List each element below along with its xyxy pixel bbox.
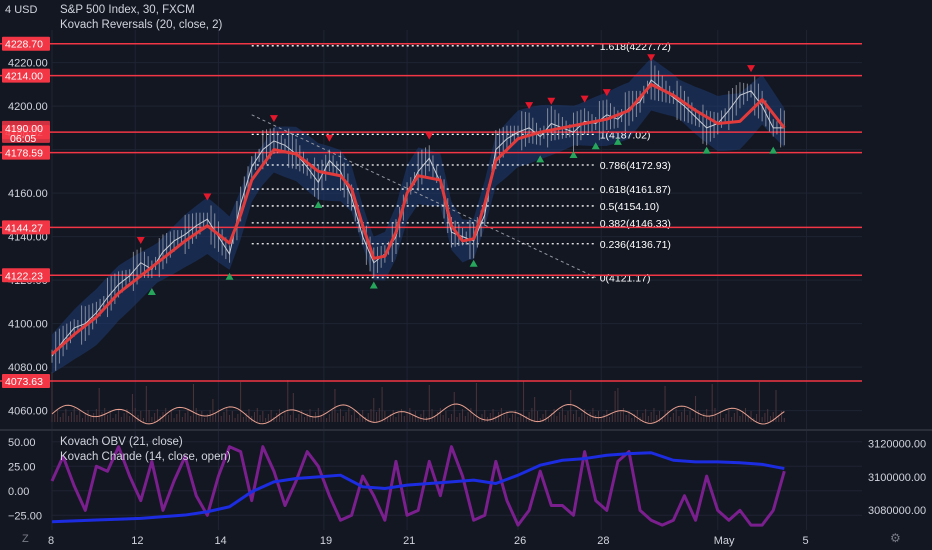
time-tick-label: 21: [403, 535, 415, 547]
fib-level-label: 1.618(4227.72): [600, 41, 671, 53]
price-tick-label: 4160.00: [8, 188, 48, 200]
level-price-tag-label: 4178.59: [5, 148, 43, 160]
time-tick-label: 28: [597, 535, 609, 547]
time-tick-label: 8: [48, 535, 54, 547]
time-tick-label: 14: [214, 535, 226, 547]
osc-tick-label: 0.00: [8, 486, 29, 498]
fib-level-label: 0.236(4136.71): [600, 239, 671, 251]
price-tick-label: 4100.00: [8, 319, 48, 331]
time-tick-label: 26: [514, 535, 526, 547]
price-tick-label: 4220.00: [8, 58, 48, 70]
fib-level-label: 0.786(4172.93): [600, 160, 671, 172]
currency-code: USD: [14, 4, 38, 16]
time-tick-label: 5: [803, 535, 809, 547]
indicator-label-obv[interactable]: Kovach OBV (21, close): [60, 436, 183, 448]
level-price-tag-label: 4214.00: [5, 71, 43, 83]
obv-tick-label: 3080000.00: [868, 505, 926, 517]
currency-badge: 4: [5, 4, 12, 16]
osc-tick-label: 25.00: [8, 461, 36, 473]
indicator-label-chande[interactable]: Kovach Chande (14, close, open): [60, 451, 231, 463]
price-tick-label: 4060.00: [8, 406, 48, 418]
obv-tick-label: 3120000.00: [868, 439, 926, 451]
fib-level-label: 0.5(4154.10): [600, 201, 660, 213]
level-price-tag-label: 4144.27: [5, 222, 43, 234]
time-tick-label: 19: [320, 535, 332, 547]
currency-label[interactable]: 4 USD: [5, 4, 37, 16]
obv-tick-label: 3100000.00: [868, 472, 926, 484]
osc-tick-label: −25.00: [8, 510, 42, 522]
time-tick-label: 12: [131, 535, 143, 547]
price-tick-label: 4080.00: [8, 362, 48, 374]
fib-level-label: 0(4121.17): [600, 273, 651, 285]
time-tick-label: May: [714, 535, 735, 547]
level-price-tag-label: 4073.63: [5, 376, 43, 388]
chart-title[interactable]: S&P 500 Index, 30, FXCM: [60, 4, 195, 16]
settings-icon[interactable]: ⚙: [890, 531, 901, 545]
indicator-label-reversals[interactable]: Kovach Reversals (20, close, 2): [60, 19, 222, 31]
level-price-tag-label: 4122.23: [5, 270, 43, 282]
countdown-label: 06:05: [10, 133, 36, 145]
level-price-tag-label: 4228.70: [5, 39, 43, 51]
timezone-icon[interactable]: Z: [22, 533, 29, 545]
osc-tick-label: 50.00: [8, 437, 36, 449]
fib-level-label: 0.618(4161.87): [600, 184, 671, 196]
price-tick-label: 4200.00: [8, 101, 48, 113]
chart-canvas: 1.618(4227.72)1(4187.02)0.786(4172.93)0.…: [0, 0, 932, 550]
